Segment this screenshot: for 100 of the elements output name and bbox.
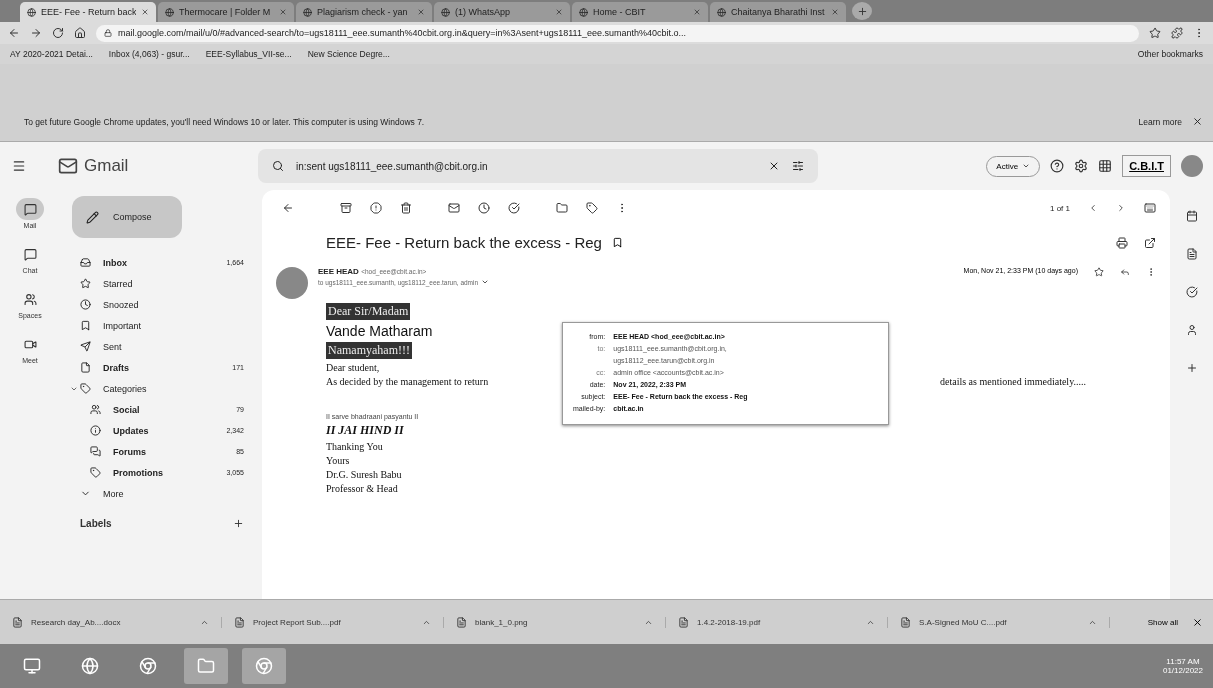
- caret-icon[interactable]: [481, 278, 490, 286]
- globe-icon[interactable]: [81, 657, 99, 675]
- browser-tab[interactable]: Thermocare | Folder M: [158, 2, 294, 22]
- bookmark[interactable]: New Science Degre...: [307, 49, 390, 59]
- star-icon[interactable]: [1149, 27, 1161, 39]
- mail-logo-icon: [58, 156, 78, 176]
- nav-item[interactable]: Sent: [60, 336, 262, 357]
- calendar-icon[interactable]: [1185, 210, 1198, 222]
- download-item[interactable]: Research day_Ab....docx: [0, 616, 222, 628]
- site-icon: [717, 7, 726, 17]
- file-icon: [234, 616, 245, 628]
- info-icon: [90, 425, 101, 436]
- nav-item[interactable]: Categories: [60, 378, 262, 399]
- home-icon[interactable]: [74, 27, 86, 39]
- add-icon[interactable]: [1185, 362, 1198, 374]
- mail-icon[interactable]: [448, 202, 460, 214]
- tag-icon: [80, 383, 91, 394]
- back-icon[interactable]: [282, 202, 294, 214]
- next-icon[interactable]: [1116, 203, 1126, 213]
- close-icon[interactable]: [768, 160, 780, 172]
- highlighted-text: Namamyaham!!!: [326, 342, 412, 359]
- bookmark[interactable]: EEE-Syllabus_VII-se...: [205, 49, 292, 59]
- folder-icon[interactable]: [556, 202, 568, 214]
- nav-item[interactable]: More: [60, 483, 262, 504]
- browser-tab[interactable]: EEE- Fee - Return back: [20, 2, 156, 22]
- bookmark[interactable]: AY 2020-2021 Detai...: [10, 49, 93, 59]
- browser-tab[interactable]: Plagiarism check - yan: [296, 2, 432, 22]
- plus-icon[interactable]: [856, 5, 868, 17]
- browser-tab[interactable]: Home - CBIT: [572, 2, 708, 22]
- important-icon[interactable]: [611, 237, 623, 248]
- archive-icon[interactable]: [340, 202, 352, 214]
- search-field[interactable]: in:sent ugs18111_eee.sumanth@cbit.org.in: [258, 149, 818, 183]
- help-icon[interactable]: [1050, 159, 1065, 173]
- notes-icon[interactable]: [1185, 248, 1198, 260]
- contact-icon[interactable]: [1185, 324, 1198, 336]
- compose-button[interactable]: Compose: [72, 196, 182, 238]
- label-icon[interactable]: [586, 202, 598, 214]
- close-icon[interactable]: [1192, 116, 1203, 127]
- org-logo: C.B.I.T: [1122, 155, 1171, 177]
- new-window-icon[interactable]: [1144, 236, 1156, 249]
- app-name: Gmail: [84, 156, 129, 176]
- reload-icon[interactable]: [52, 27, 64, 39]
- apps-icon[interactable]: [1098, 159, 1113, 173]
- browser-tab[interactable]: (1) WhatsApp: [434, 2, 570, 22]
- search-icon[interactable]: [272, 160, 284, 172]
- reply-icon[interactable]: [1120, 267, 1130, 277]
- people-icon[interactable]: [23, 292, 37, 306]
- forward-icon[interactable]: [30, 27, 42, 39]
- menu-icon[interactable]: [12, 159, 26, 173]
- learn-more-link[interactable]: Learn more: [1138, 117, 1182, 127]
- avatar[interactable]: [1181, 155, 1203, 177]
- nav-item[interactable]: Important: [60, 315, 262, 336]
- bookmark[interactable]: Inbox (4,063) - gsur...: [108, 49, 190, 59]
- show-all-button[interactable]: Show all: [1147, 617, 1178, 627]
- monitor-icon[interactable]: [23, 657, 41, 675]
- sender-avatar: [276, 267, 308, 299]
- rail-button[interactable]: [16, 198, 44, 220]
- settings-icon[interactable]: [1074, 159, 1089, 173]
- file-icon: [678, 616, 689, 628]
- filter-icon[interactable]: [792, 160, 804, 172]
- clock-icon[interactable]: [478, 202, 490, 214]
- site-icon: [165, 7, 174, 17]
- nav-item[interactable]: Snoozed: [60, 294, 262, 315]
- close-icon[interactable]: [1192, 616, 1203, 628]
- chat-icon[interactable]: [23, 247, 37, 261]
- add-icon[interactable]: [233, 518, 244, 529]
- bookmark[interactable]: Other bookmarks: [1137, 49, 1203, 59]
- star-icon[interactable]: [1094, 267, 1104, 277]
- tag-icon: [90, 467, 101, 478]
- back-icon[interactable]: [8, 27, 20, 39]
- site-icon: [27, 7, 36, 17]
- download-item[interactable]: S.A-Signed MoU C....pdf: [888, 616, 1110, 628]
- download-item[interactable]: blank_1_0.png: [444, 616, 666, 628]
- report-icon[interactable]: [370, 202, 382, 214]
- nav-item[interactable]: Starred: [60, 273, 262, 294]
- download-item[interactable]: 1.4.2-2018-19.pdf: [666, 616, 888, 628]
- clock-icon: [80, 299, 91, 310]
- body-text: Professor & Head: [326, 483, 398, 494]
- puzzle-icon[interactable]: [1171, 27, 1183, 39]
- email-subject: EEE- Fee - Return back the excess - Reg: [326, 234, 602, 251]
- address-bar[interactable]: mail.google.com/mail/u/0/#advanced-search/to=ugs18111_eee.sumanth%40cbit.org.in&query=in%3Asent+ugs18111_eee.sumanth%40cbit.o...: [96, 24, 1139, 42]
- caret-icon[interactable]: [1022, 162, 1031, 170]
- file-icon: [12, 616, 23, 628]
- pencil-icon[interactable]: [86, 210, 99, 224]
- task-icon[interactable]: [508, 202, 520, 214]
- download-item[interactable]: Project Report Sub....pdf: [222, 616, 444, 628]
- labels-heading: Labels: [80, 518, 112, 529]
- task-icon[interactable]: [1185, 286, 1198, 298]
- keyboard-icon[interactable]: [1144, 202, 1156, 214]
- browser-icon[interactable]: [139, 657, 157, 675]
- mail-icon[interactable]: [23, 202, 37, 216]
- body-heading: Vande Matharam: [326, 323, 433, 339]
- previous-icon[interactable]: [1088, 203, 1098, 213]
- print-icon[interactable]: [1116, 236, 1128, 249]
- browser-tab[interactable]: Chaitanya Bharathi Inst: [710, 2, 846, 22]
- clock: 11:57 AM 01/12/2022: [1162, 657, 1203, 675]
- new-tab-button[interactable]: [852, 2, 872, 20]
- site-icon: [303, 7, 312, 17]
- body-text: Dear student,: [326, 362, 380, 373]
- delete-icon[interactable]: [400, 202, 412, 214]
